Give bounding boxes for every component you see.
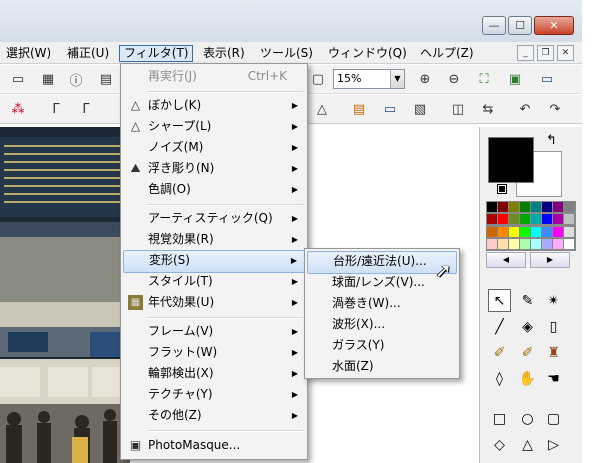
default-colors-icon[interactable] <box>497 184 507 194</box>
smudge-icon[interactable]: ✋ <box>516 367 539 390</box>
toolbar-icon[interactable]: ▭ <box>8 69 28 89</box>
menu-item-water[interactable]: 水面(Z) <box>307 356 457 377</box>
menu-tools[interactable]: ツール(S) <box>256 45 317 62</box>
menu-item-tone[interactable]: 色調(O) ▶ <box>123 179 305 200</box>
maximize-button[interactable]: ☐ <box>508 16 532 35</box>
menu-item-repeat[interactable]: 再実行(J) Ctrl+K <box>123 66 305 87</box>
mdi-restore-button[interactable]: ❐ <box>537 45 554 61</box>
actual-size-icon[interactable]: ▣ <box>505 69 525 89</box>
chevron-down-icon[interactable]: ▼ <box>390 70 404 88</box>
monitor-icon[interactable]: ▭ <box>380 99 400 119</box>
swap-colors-icon[interactable]: ↰ <box>546 133 557 148</box>
mirror-icon[interactable]: ◫ <box>448 99 468 119</box>
drop-icon[interactable]: ◊ <box>488 367 511 390</box>
grid-icon[interactable]: ▦ <box>38 69 58 89</box>
menu-item-vintage[interactable]: ▦ 年代効果(U) ▶ <box>123 292 305 313</box>
menu-item-glass[interactable]: ガラス(Y) <box>307 335 457 356</box>
palette-next-button[interactable]: ▶ <box>530 252 570 268</box>
photo-image <box>0 127 130 463</box>
brush-icon[interactable]: ✐ <box>488 341 511 364</box>
menu-item-artistic[interactable]: アーティスティック(Q) ▶ <box>123 208 305 229</box>
menu-item-frame[interactable]: フレーム(V) ▶ <box>123 321 305 342</box>
photomasque-icon: ▣ <box>129 438 142 452</box>
filter-menu: 再実行(J) Ctrl+K △ ぼかし(K) ▶ △ シャープ(L) ▶ ノイズ(M) ▶ … <box>120 63 308 460</box>
rotate-left-icon[interactable]: ↶ <box>515 99 535 119</box>
copy-icon[interactable]: ▢ <box>308 69 328 89</box>
menu-item-noise[interactable]: ノイズ(M) ▶ <box>123 137 305 158</box>
mouse-cursor-icon: ➚ <box>435 258 452 282</box>
menu-item-other[interactable]: その他(Z) ▶ <box>123 405 305 426</box>
menu-item-blur[interactable]: △ ぼかし(K) ▶ <box>123 95 305 116</box>
menu-help[interactable]: ヘルプ(Z) <box>416 45 478 62</box>
levels-icon[interactable]: Γ <box>46 99 66 119</box>
info-icon[interactable]: ⓘ <box>66 69 86 89</box>
palette-prev-button[interactable]: ◀ <box>486 252 526 268</box>
zoom-out-icon[interactable]: ⊖ <box>444 69 464 89</box>
levels-plus-icon[interactable]: Γ <box>76 99 96 119</box>
menu-item-transform[interactable]: 変形(S) ▶ <box>123 250 305 273</box>
minimize-button[interactable]: — <box>482 16 506 35</box>
menu-select[interactable]: 選択(W) <box>2 45 55 62</box>
rotate-right-icon[interactable]: ↷ <box>545 99 565 119</box>
diamond-icon[interactable]: ◇ <box>488 433 511 456</box>
cursor-icon[interactable]: ↖ <box>488 289 511 312</box>
magic-wand-icon[interactable]: ✴ <box>542 289 565 312</box>
flip-icon[interactable]: ⇆ <box>478 99 498 119</box>
window-titlebar: — ☐ ✕ <box>0 0 582 42</box>
menu-item-emboss[interactable]: ⛰ 浮き彫り(N) ▶ <box>123 158 305 179</box>
menu-item-photomasque[interactable]: ▣ PhotoMasque... <box>123 435 305 456</box>
menubar: 選択(W) 補正(U) フィルタ(T) 表示(R) ツール(S) ウィンドウ(Q… <box>0 42 582 64</box>
resize-icon[interactable]: ▤ <box>349 99 369 119</box>
fit-window-icon[interactable]: ⛶ <box>474 69 494 89</box>
brush-plus-icon[interactable]: ✐ <box>516 341 539 364</box>
rectangle-icon[interactable]: □ <box>488 407 511 430</box>
layers-icon[interactable]: ▤ <box>96 69 116 89</box>
menu-filter[interactable]: フィルタ(T) <box>119 45 194 62</box>
tool-palette: ↰ ◀ ▶ ↖ ✎ ✴ ╱ ◈ ▯ ✐ ✐ ♜ ◊ ✋ ☚ □ ○ ▢ ◇ △ … <box>479 127 582 463</box>
menu-item-texture[interactable]: テクチャ(Y) ▶ <box>123 384 305 405</box>
arrow-shape-icon[interactable]: ▷ <box>542 433 565 456</box>
shortcut-label: Ctrl+K <box>247 69 287 83</box>
menu-item-wave[interactable]: 波形(X)... <box>307 314 457 335</box>
emboss-icon: ⛰ <box>130 161 141 175</box>
sharpen-icon: △ <box>130 119 141 133</box>
fullscreen-icon[interactable]: ▭ <box>537 69 557 89</box>
ellipse-icon[interactable]: ○ <box>516 407 539 430</box>
menu-view[interactable]: 表示(R) <box>199 45 249 62</box>
color-dots-icon[interactable]: ⁂ <box>8 99 28 119</box>
menu-item-flat[interactable]: フラット(W) ▶ <box>123 342 305 363</box>
hand-icon[interactable]: ☚ <box>542 367 565 390</box>
menu-window[interactable]: ウィンドウ(Q) <box>324 45 411 62</box>
mdi-minimize-button[interactable]: _ <box>517 45 534 61</box>
menu-item-edge-detect[interactable]: 輪郭検出(X) ▶ <box>123 363 305 384</box>
line-icon[interactable]: ╱ <box>488 315 511 338</box>
fill-icon[interactable]: ◈ <box>516 315 539 338</box>
close-button[interactable]: ✕ <box>534 16 574 35</box>
stamp-icon[interactable]: ♜ <box>542 341 565 364</box>
image-icon[interactable]: ▧ <box>410 99 430 119</box>
menu-item-style[interactable]: スタイル(T) ▶ <box>123 271 305 292</box>
rounded-rect-icon[interactable]: ▢ <box>542 407 565 430</box>
menu-item-visual-effects[interactable]: 視覚効果(R) ▶ <box>123 229 305 250</box>
image-canvas[interactable] <box>0 127 130 463</box>
color-grid[interactable] <box>486 201 576 251</box>
foreground-color-swatch[interactable] <box>488 137 534 183</box>
menu-adjust[interactable]: 補正(U) <box>63 45 113 62</box>
blur-icon: △ <box>130 98 141 112</box>
mdi-close-button[interactable]: ✕ <box>557 45 574 61</box>
triangle-icon[interactable]: △ <box>516 433 539 456</box>
zoom-in-icon[interactable]: ⊕ <box>415 69 435 89</box>
menu-item-sharpen[interactable]: △ シャープ(L) ▶ <box>123 116 305 137</box>
sharpen-tool-icon[interactable]: △ <box>312 99 332 119</box>
spray-icon[interactable]: ▯ <box>542 315 565 338</box>
vintage-icon: ▦ <box>128 295 143 310</box>
eyedropper-icon[interactable]: ✎ <box>516 289 539 312</box>
menu-item-twirl[interactable]: 渦巻き(W)... <box>307 293 457 314</box>
